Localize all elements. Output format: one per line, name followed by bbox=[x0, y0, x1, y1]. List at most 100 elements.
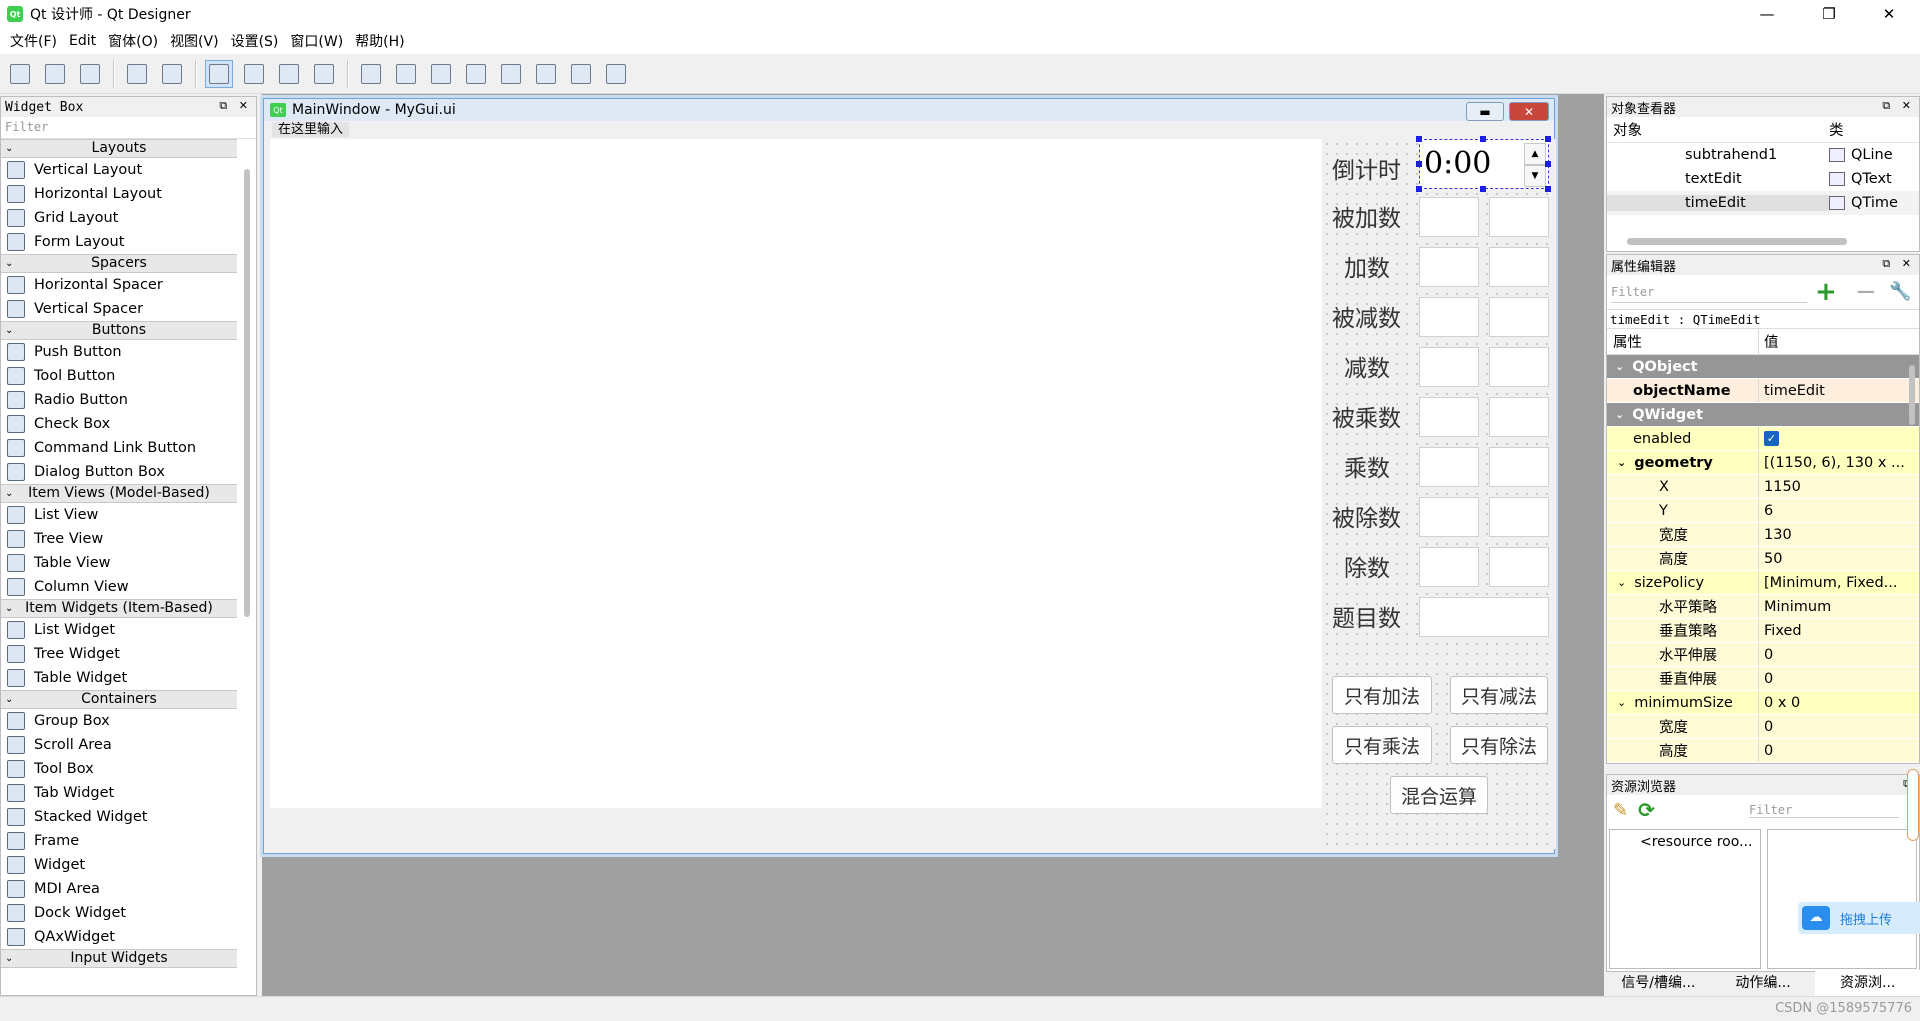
property-row[interactable]: ⌄ QWidget bbox=[1607, 403, 1919, 427]
maximize-button[interactable]: ❐ bbox=[1806, 0, 1852, 28]
operand-input[interactable] bbox=[1419, 497, 1479, 537]
widget-category-header[interactable]: ⌄ Layouts bbox=[1, 139, 237, 158]
widget-item[interactable]: List Widget bbox=[1, 618, 237, 642]
menu-edit[interactable]: Edit bbox=[63, 33, 102, 49]
remove-property-icon[interactable]: − bbox=[1855, 277, 1877, 307]
property-row[interactable]: objectName timeEdit bbox=[1607, 379, 1919, 403]
form-close-icon[interactable]: ✕ bbox=[1509, 102, 1549, 121]
widget-item[interactable]: Tree View bbox=[1, 527, 237, 551]
widget-category-header[interactable]: ⌄ Item Widgets (Item-Based) bbox=[1, 599, 237, 618]
open-file-icon[interactable] bbox=[41, 60, 69, 88]
widget-item[interactable]: Widget bbox=[1, 853, 237, 877]
new-file-icon[interactable] bbox=[6, 60, 34, 88]
chevron-down-icon[interactable]: ⌄ bbox=[1617, 576, 1626, 589]
widget-box-scrollbar[interactable] bbox=[244, 169, 250, 617]
selection-handle[interactable] bbox=[1416, 186, 1422, 192]
operand-input[interactable] bbox=[1419, 347, 1479, 387]
widget-item[interactable]: Table Widget bbox=[1, 666, 237, 690]
property-row[interactable]: 垂直伸展 0 bbox=[1607, 667, 1919, 691]
menu-view[interactable]: 视图(V) bbox=[164, 31, 225, 51]
tab-action-editor[interactable]: 动作编... bbox=[1711, 970, 1816, 996]
chevron-down-icon[interactable]: ⌄ bbox=[1617, 696, 1626, 709]
widget-item[interactable]: Tab Widget bbox=[1, 781, 237, 805]
bring-to-front-icon[interactable] bbox=[158, 60, 186, 88]
add-property-icon[interactable]: + bbox=[1815, 277, 1837, 307]
configure-icon[interactable]: 🔧 bbox=[1889, 281, 1911, 302]
add-only-button[interactable]: 只有加法 bbox=[1332, 676, 1432, 714]
selection-handle[interactable] bbox=[1545, 161, 1551, 167]
operand-input[interactable] bbox=[1419, 297, 1479, 337]
layout-grid-icon[interactable] bbox=[497, 60, 525, 88]
multiply-only-button[interactable]: 只有乘法 bbox=[1332, 726, 1432, 764]
widget-category-header[interactable]: ⌄ Containers bbox=[1, 690, 237, 709]
property-row[interactable]: ⌄ geometry [(1150, 6), 130 x ... bbox=[1607, 451, 1919, 475]
widget-box-filter[interactable]: Filter bbox=[1, 117, 256, 139]
property-row[interactable]: enabled ✓ bbox=[1607, 427, 1919, 451]
widget-item[interactable]: Grid Layout bbox=[1, 206, 237, 230]
widget-item[interactable]: MDI Area bbox=[1, 877, 237, 901]
menu-form[interactable]: 窗体(O) bbox=[102, 31, 164, 51]
property-filter-input[interactable]: Filter bbox=[1611, 281, 1807, 303]
operand-input[interactable] bbox=[1489, 297, 1549, 337]
tab-signals-slots[interactable]: 信号/槽编... bbox=[1606, 970, 1711, 996]
property-scrollbar[interactable] bbox=[1909, 365, 1915, 425]
save-icon[interactable] bbox=[76, 60, 104, 88]
enabled-checkbox[interactable]: ✓ bbox=[1764, 431, 1779, 446]
property-row[interactable]: 水平伸展 0 bbox=[1607, 643, 1919, 667]
widget-item[interactable]: Stacked Widget bbox=[1, 805, 237, 829]
widget-item[interactable]: Vertical Spacer bbox=[1, 297, 237, 321]
dock-float-close-icons[interactable]: ⧉ ✕ bbox=[1882, 99, 1915, 113]
selection-handle[interactable] bbox=[1480, 186, 1486, 192]
widget-category-header[interactable]: ⌄ Input Widgets bbox=[1, 949, 237, 968]
property-row[interactable]: 宽度 130 bbox=[1607, 523, 1919, 547]
selection-handle[interactable] bbox=[1480, 136, 1486, 142]
minimize-button[interactable]: — bbox=[1744, 0, 1790, 28]
form-minimize-icon[interactable]: ▬ bbox=[1466, 102, 1504, 121]
widget-item[interactable]: Push Button bbox=[1, 340, 237, 364]
widget-item[interactable]: Tool Box bbox=[1, 757, 237, 781]
property-row[interactable]: ⌄ sizePolicy [Minimum, Fixed... bbox=[1607, 571, 1919, 595]
widget-item[interactable]: Check Box bbox=[1, 412, 237, 436]
operand-input[interactable] bbox=[1489, 447, 1549, 487]
object-tree-row[interactable]: timeEdit QTime bbox=[1607, 191, 1919, 215]
widget-item[interactable]: QAxWidget bbox=[1, 925, 237, 949]
send-to-back-icon[interactable] bbox=[123, 60, 151, 88]
selection-handle[interactable] bbox=[1545, 186, 1551, 192]
property-row[interactable]: ⌄ QObject bbox=[1607, 355, 1919, 379]
upload-badge[interactable]: ☁ 拖拽上传 bbox=[1798, 902, 1920, 934]
dock-float-close-icons[interactable]: ⧉ ✕ bbox=[1882, 257, 1915, 271]
operand-input[interactable] bbox=[1419, 597, 1549, 637]
operand-input[interactable] bbox=[1489, 247, 1549, 287]
edit-widgets-icon[interactable] bbox=[205, 59, 233, 88]
object-tree-row[interactable]: textEdit QText bbox=[1607, 167, 1919, 191]
widget-item[interactable]: Dialog Button Box bbox=[1, 460, 237, 484]
widget-item[interactable]: Form Layout bbox=[1, 230, 237, 254]
chevron-down-icon[interactable]: ⌄ bbox=[1615, 360, 1624, 373]
chevron-down-icon[interactable]: ⌄ bbox=[1617, 456, 1626, 469]
widget-category-header[interactable]: ⌄ Buttons bbox=[1, 321, 237, 340]
property-row[interactable]: Y6 bbox=[1607, 499, 1919, 523]
edit-tab-order-icon[interactable] bbox=[310, 60, 338, 88]
property-row[interactable]: 水平策略 Minimum bbox=[1607, 595, 1919, 619]
widget-item[interactable]: Horizontal Spacer bbox=[1, 273, 237, 297]
divide-only-button[interactable]: 只有除法 bbox=[1450, 726, 1548, 764]
layout-horizontal-icon[interactable] bbox=[357, 60, 385, 88]
adjust-size-icon[interactable] bbox=[602, 60, 630, 88]
operand-input[interactable] bbox=[1489, 547, 1549, 587]
widget-item[interactable]: Group Box bbox=[1, 709, 237, 733]
operand-input[interactable] bbox=[1419, 397, 1479, 437]
break-layout-icon[interactable] bbox=[567, 60, 595, 88]
operand-input[interactable] bbox=[1419, 447, 1479, 487]
widget-item[interactable]: Tool Button bbox=[1, 364, 237, 388]
layout-h-splitter-icon[interactable] bbox=[427, 60, 455, 88]
side-drawer-handle[interactable] bbox=[1907, 769, 1919, 841]
property-row[interactable]: 垂直策略 Fixed bbox=[1607, 619, 1919, 643]
object-tree-hscrollbar[interactable] bbox=[1627, 238, 1847, 245]
widget-item[interactable]: Scroll Area bbox=[1, 733, 237, 757]
property-row[interactable]: 高度 50 bbox=[1607, 547, 1919, 571]
operand-input[interactable] bbox=[1419, 547, 1479, 587]
selection-handle[interactable] bbox=[1416, 161, 1422, 167]
selection-handle[interactable] bbox=[1416, 136, 1422, 142]
widget-item[interactable]: Vertical Layout bbox=[1, 158, 237, 182]
widget-category-header[interactable]: ⌄ Spacers bbox=[1, 254, 237, 273]
